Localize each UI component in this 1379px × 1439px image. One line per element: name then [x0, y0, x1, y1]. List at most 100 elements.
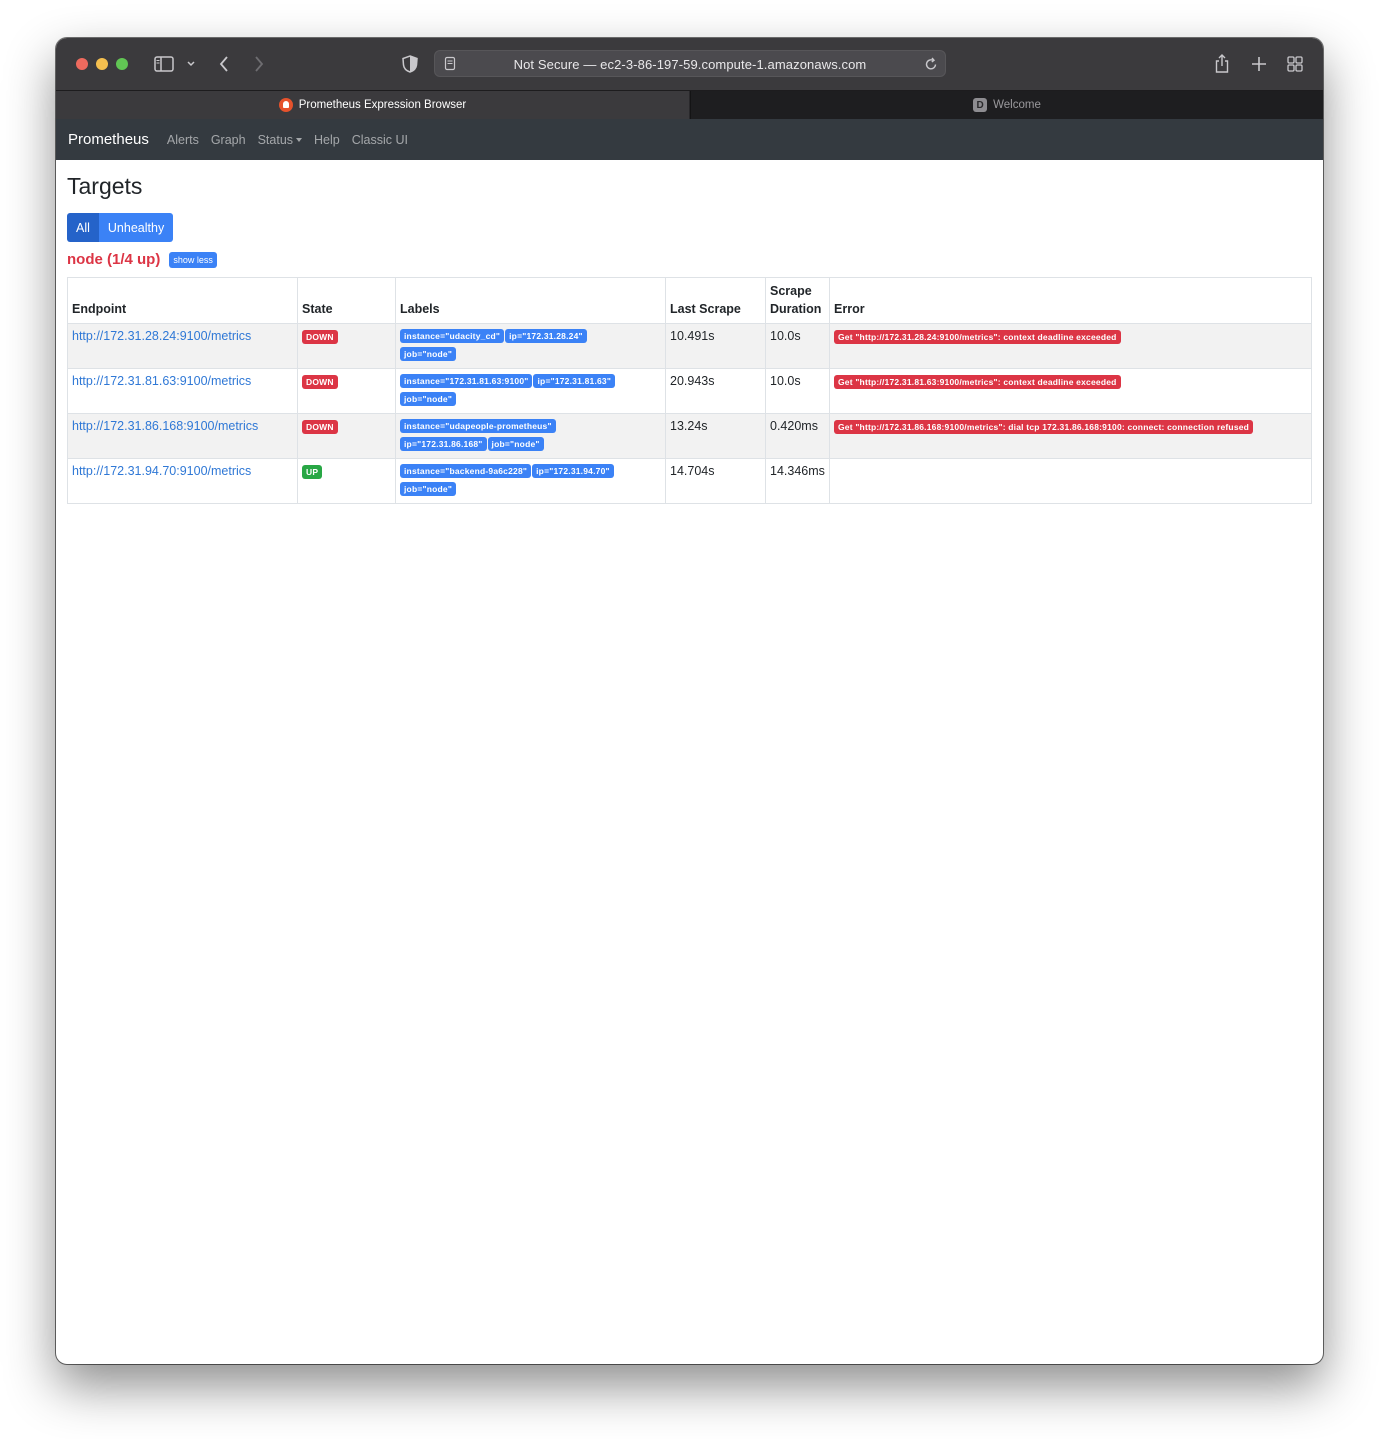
scrape-duration-cell: 10.0s — [765, 368, 830, 414]
close-window-button[interactable] — [76, 58, 88, 70]
nav-graph[interactable]: Graph — [211, 133, 246, 147]
nav-help[interactable]: Help — [314, 133, 340, 147]
pool-title[interactable]: node (1/4 up) — [67, 251, 160, 268]
label-badge: instance="172.31.81.63:9100" — [400, 374, 533, 388]
table-row: http://172.31.94.70:9100/metrics UP inst… — [67, 458, 1312, 504]
label-badge: job="node" — [400, 347, 457, 361]
url-text: Not Secure — ec2-3-86-197-59.compute-1.a… — [513, 57, 867, 72]
chevron-down-icon[interactable] — [186, 52, 196, 76]
page-title: Targets — [67, 173, 143, 199]
error-cell — [829, 458, 1312, 504]
scrape-duration-cell: 14.346ms — [765, 458, 830, 504]
minimize-window-button[interactable] — [96, 58, 108, 70]
welcome-favicon-icon: D — [973, 98, 988, 112]
error-cell: Get "http://172.31.81.63:9100/metrics": … — [829, 368, 1312, 414]
label-badge: job="node" — [487, 437, 544, 451]
state-badge: DOWN — [302, 330, 338, 344]
label-badge: ip="172.31.81.63" — [533, 374, 616, 388]
labels-cell: instance="udacity_cd" ip="172.31.28.24" j… — [395, 323, 666, 369]
endpoint-cell: http://172.31.94.70:9100/metrics — [67, 458, 298, 504]
table-header-row: Endpoint State Labels Last Scrape Scrape… — [67, 277, 1312, 324]
endpoint-link[interactable]: http://172.31.94.70:9100/metrics — [72, 464, 251, 478]
target-filter-group: All Unhealthy — [67, 213, 1312, 242]
back-icon[interactable] — [216, 52, 232, 76]
header-state: State — [297, 277, 396, 324]
pool-header: node (1/4 up) show less — [67, 251, 1312, 268]
browser-window: Not Secure — ec2-3-86-197-59.compute-1.a… — [56, 38, 1323, 1364]
main-content: Targets All Unhealthy node (1/4 up) show… — [67, 160, 1312, 504]
state-cell: DOWN — [297, 368, 396, 414]
tab-prometheus[interactable]: Prometheus Expression Browser — [56, 91, 689, 119]
last-scrape-cell: 10.491s — [665, 323, 766, 369]
tab-strip: Prometheus Expression Browser D Welcome — [56, 90, 1323, 119]
label-badge: ip="172.31.94.70" — [532, 464, 614, 478]
tab-welcome[interactable]: D Welcome — [690, 91, 1323, 119]
show-less-button[interactable]: show less — [169, 251, 217, 268]
label-badge: job="node" — [400, 482, 457, 496]
state-cell: DOWN — [297, 413, 396, 459]
endpoint-link[interactable]: http://172.31.86.168:9100/metrics — [72, 419, 258, 433]
title-bar: Not Secure — ec2-3-86-197-59.compute-1.a… — [56, 38, 1323, 90]
labels-cell: instance="backend-9a6c228" ip="172.31.94… — [395, 458, 666, 504]
table-row: http://172.31.81.63:9100/metrics DOWN in… — [67, 368, 1312, 414]
state-badge: UP — [302, 465, 323, 479]
nav-status-dropdown[interactable]: Status — [257, 132, 303, 147]
last-scrape-cell: 14.704s — [665, 458, 766, 504]
header-endpoint: Endpoint — [67, 277, 298, 324]
caret-down-icon — [296, 138, 303, 143]
new-tab-icon[interactable] — [1250, 52, 1268, 76]
reload-icon[interactable] — [923, 56, 939, 77]
nav-classic-ui[interactable]: Classic UI — [352, 133, 408, 147]
endpoint-cell: http://172.31.81.63:9100/metrics — [67, 368, 298, 414]
filter-all-button[interactable]: All — [67, 213, 99, 242]
table-row: http://172.31.86.168:9100/metrics DOWN i… — [67, 413, 1312, 459]
error-badge: Get "http://172.31.28.24:9100/metrics": … — [834, 330, 1121, 344]
maximize-window-button[interactable] — [116, 58, 128, 70]
nav-alerts[interactable]: Alerts — [167, 133, 199, 147]
label-badge: ip="172.31.28.24" — [505, 329, 587, 343]
address-bar[interactable]: Not Secure — ec2-3-86-197-59.compute-1.a… — [434, 50, 946, 77]
endpoint-cell: http://172.31.86.168:9100/metrics — [67, 413, 298, 459]
tab-label: Prometheus Expression Browser — [298, 99, 467, 111]
error-badge: Get "http://172.31.81.63:9100/metrics": … — [834, 375, 1121, 389]
last-scrape-cell: 20.943s — [665, 368, 766, 414]
endpoint-cell: http://172.31.28.24:9100/metrics — [67, 323, 298, 369]
scrape-duration-cell: 0.420ms — [765, 413, 830, 459]
header-error: Error — [829, 277, 1312, 324]
targets-table: Endpoint State Labels Last Scrape Scrape… — [67, 277, 1312, 504]
state-cell: UP — [297, 458, 396, 504]
endpoint-link[interactable]: http://172.31.28.24:9100/metrics — [72, 329, 251, 343]
filter-unhealthy-button[interactable]: Unhealthy — [98, 213, 174, 242]
share-icon[interactable] — [1213, 52, 1231, 76]
table-row: http://172.31.28.24:9100/metrics DOWN in… — [67, 323, 1312, 369]
labels-cell: instance="udapeople-prometheus" ip="172.3… — [395, 413, 666, 459]
last-scrape-cell: 13.24s — [665, 413, 766, 459]
label-badge: instance="udacity_cd" — [400, 329, 505, 343]
header-last-scrape: Last Scrape — [665, 277, 766, 324]
prometheus-favicon-icon — [278, 98, 293, 112]
privacy-shield-icon[interactable] — [401, 52, 419, 76]
label-badge: instance="udapeople-prometheus" — [400, 419, 556, 433]
labels-cell: instance="172.31.81.63:9100" ip="172.31.… — [395, 368, 666, 414]
state-cell: DOWN — [297, 323, 396, 369]
error-cell: Get "http://172.31.86.168:9100/metrics":… — [829, 413, 1312, 459]
header-scrape-duration-line2: Duration — [770, 302, 822, 316]
error-cell: Get "http://172.31.28.24:9100/metrics": … — [829, 323, 1312, 369]
prometheus-navbar: Prometheus Alerts Graph Status Help Clas… — [56, 119, 1323, 160]
label-badge: job="node" — [400, 392, 457, 406]
state-badge: DOWN — [302, 375, 338, 389]
header-scrape-duration-line1: Scrape — [770, 284, 812, 298]
nav-status-label: Status — [257, 132, 294, 147]
header-scrape-duration: Scrape Duration — [765, 277, 830, 324]
header-labels: Labels — [395, 277, 666, 324]
endpoint-link[interactable]: http://172.31.81.63:9100/metrics — [72, 374, 251, 388]
forward-icon[interactable] — [251, 52, 267, 76]
label-badge: instance="backend-9a6c228" — [400, 464, 532, 478]
brand-link[interactable]: Prometheus — [68, 131, 149, 148]
tab-label: Welcome — [993, 99, 1041, 111]
label-badge: ip="172.31.86.168" — [400, 437, 487, 451]
sidebar-toggle-icon[interactable] — [153, 52, 175, 76]
state-badge: DOWN — [302, 420, 338, 434]
error-badge: Get "http://172.31.86.168:9100/metrics":… — [834, 420, 1254, 434]
tab-overview-icon[interactable] — [1286, 52, 1304, 76]
